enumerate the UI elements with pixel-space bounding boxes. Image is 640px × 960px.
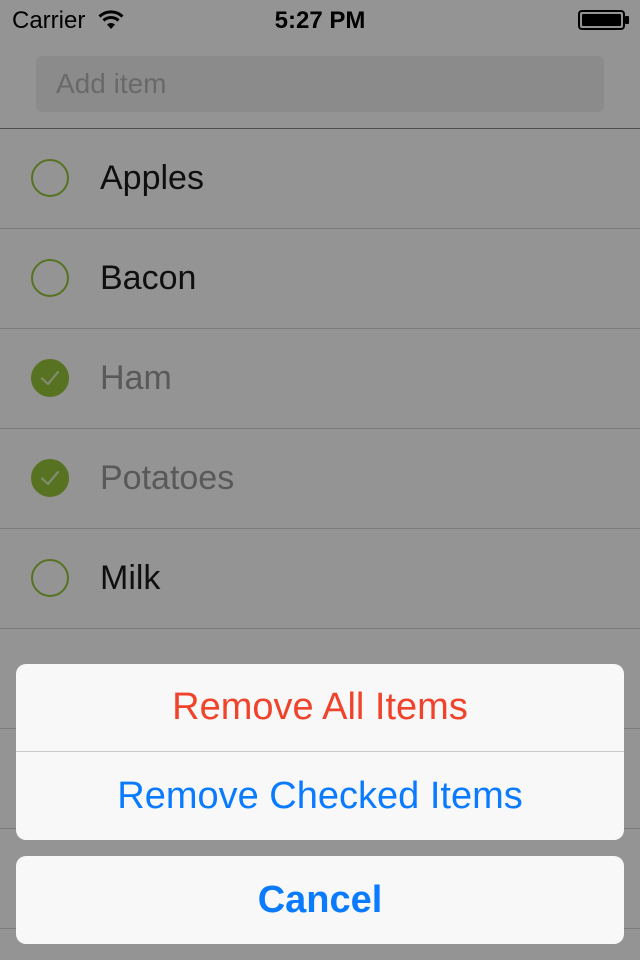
action-sheet: Remove All Items Remove Checked Items [16,664,624,840]
remove-checked-items-button[interactable]: Remove Checked Items [16,752,624,840]
screen: Carrier 5:27 PM Add item Apples Bacon Ha… [0,0,640,960]
remove-all-items-button[interactable]: Remove All Items [16,664,624,752]
cancel-button[interactable]: Cancel [16,856,624,944]
